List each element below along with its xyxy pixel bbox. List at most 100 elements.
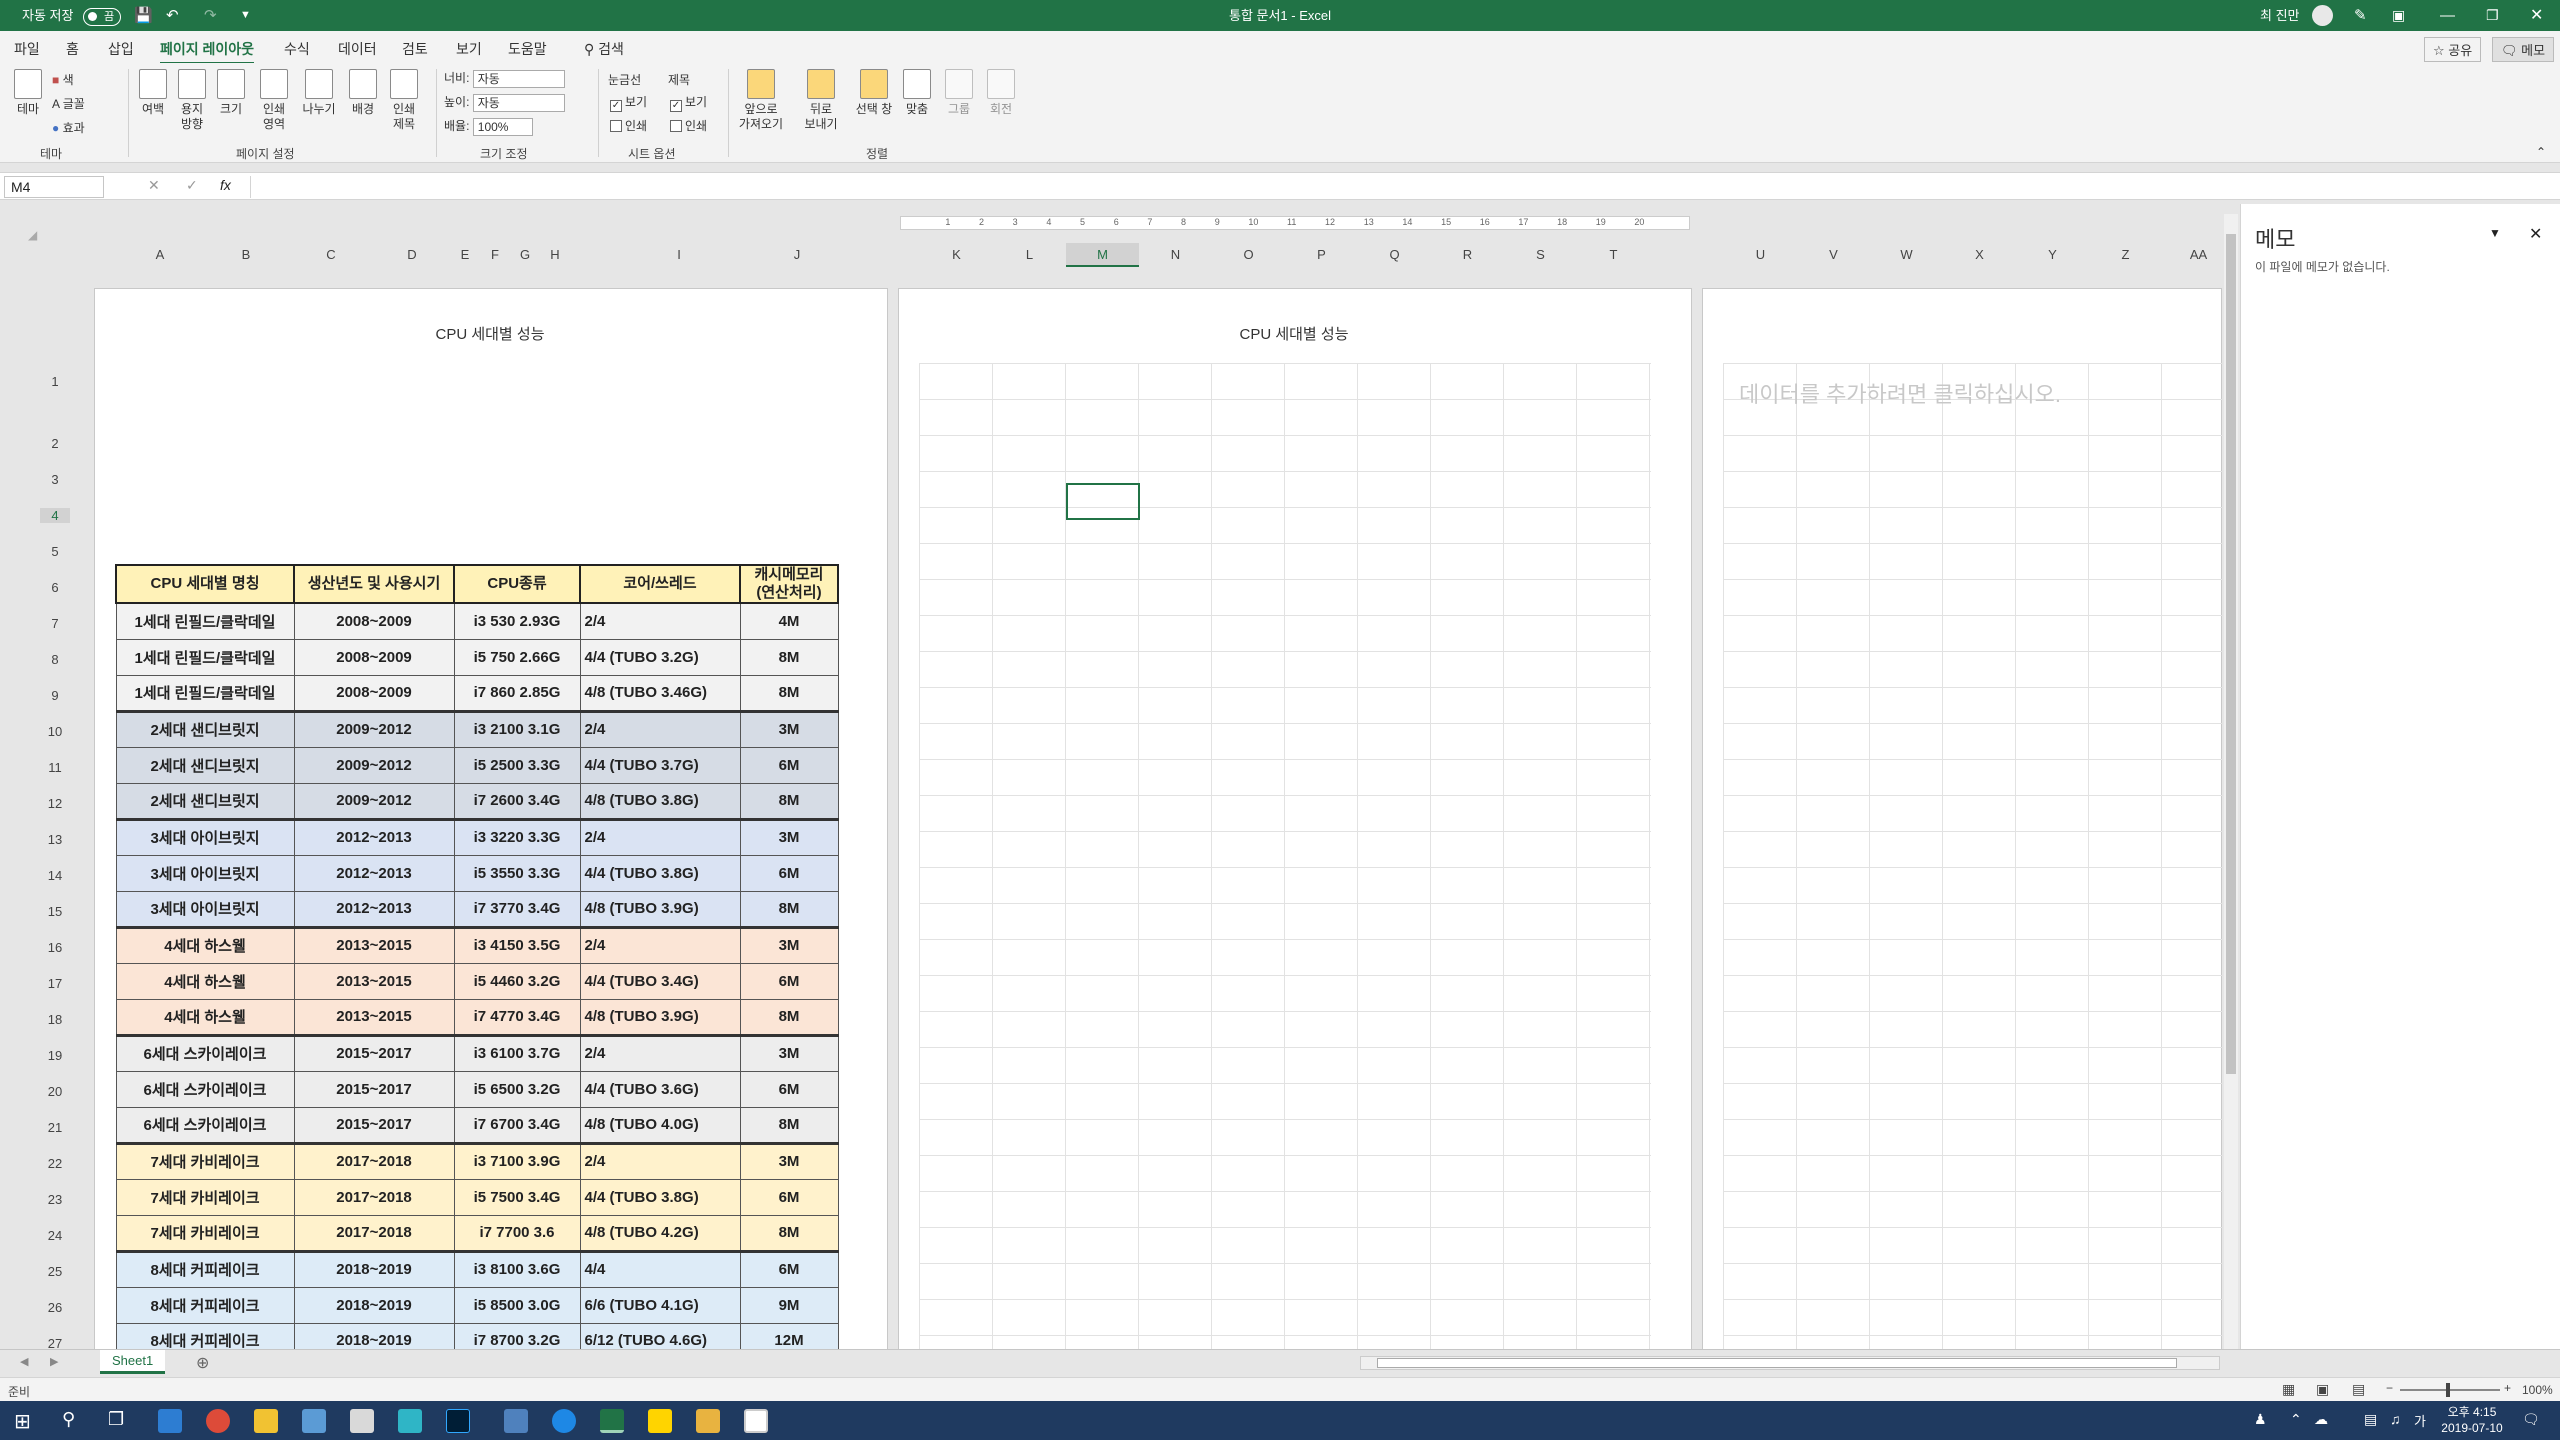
header-core-thread[interactable]: 코어/쓰레드 xyxy=(579,564,741,604)
column-header-t[interactable]: T xyxy=(1577,243,1650,267)
table-cell[interactable]: i3 6100 3.7G xyxy=(453,1034,581,1072)
table-cell[interactable]: 8M xyxy=(739,890,839,928)
table-cell[interactable]: 3세대 아이브릿지 xyxy=(115,854,295,892)
table-cell[interactable]: 4/8 (TUBO 3.9G) xyxy=(579,890,741,928)
prev-sheet-icon[interactable]: ◀ xyxy=(20,1355,28,1368)
table-cell[interactable]: 2세대 샌디브릿지 xyxy=(115,746,295,784)
row-header-23[interactable]: 23 xyxy=(40,1192,70,1207)
zoom-slider-handle[interactable] xyxy=(2446,1383,2450,1397)
send-backward-button[interactable]: 뒤로 보내기 xyxy=(796,69,846,132)
table-cell[interactable]: 4/8 (TUBO 4.2G) xyxy=(579,1214,741,1252)
margins-button[interactable]: 여백 xyxy=(136,69,170,117)
row-header-21[interactable]: 21 xyxy=(40,1120,70,1135)
table-cell[interactable]: 4/8 (TUBO 3.9G) xyxy=(579,998,741,1036)
onedrive-icon[interactable]: ☁ xyxy=(2314,1411,2328,1428)
row-header-12[interactable]: 12 xyxy=(40,796,70,811)
column-header-v[interactable]: V xyxy=(1797,243,1870,267)
table-cell[interactable]: 4/4 (TUBO 3.8G) xyxy=(579,1178,741,1216)
next-sheet-icon[interactable]: ▶ xyxy=(50,1355,58,1368)
select-all-corner[interactable]: ◢ xyxy=(28,228,37,242)
active-cell-m4[interactable] xyxy=(1066,483,1140,520)
header-cache[interactable]: 캐시메모리 (연산처리) xyxy=(739,564,839,604)
photos-icon[interactable] xyxy=(744,1409,768,1433)
user-name[interactable]: 최 진만 xyxy=(2260,0,2300,31)
scale-input[interactable]: 100% xyxy=(472,117,533,136)
column-header-p[interactable]: P xyxy=(1285,243,1358,267)
excel-icon[interactable] xyxy=(600,1409,624,1433)
column-header-x[interactable]: X xyxy=(1943,243,2016,267)
save-icon[interactable]: 💾 xyxy=(134,0,153,31)
table-cell[interactable]: 4/4 (TUBO 3.8G) xyxy=(579,854,741,892)
print-area-button[interactable]: 인쇄 영역 xyxy=(256,69,292,132)
restore-icon[interactable]: ❐ xyxy=(2486,0,2499,31)
table-cell[interactable]: 6M xyxy=(739,1070,839,1108)
fonts-button[interactable]: A 글꼴 xyxy=(52,95,85,112)
table-cell[interactable]: 4세대 하스웰 xyxy=(115,998,295,1036)
bring-forward-button[interactable]: 앞으로 가져오기 xyxy=(734,69,788,132)
clock[interactable]: 오후 4:15 2019-07-10 xyxy=(2432,1404,2512,1436)
row-header-7[interactable]: 7 xyxy=(40,616,70,631)
selection-pane-button[interactable]: 선택 창 xyxy=(852,69,896,117)
row-header-4[interactable]: 4 xyxy=(40,508,70,523)
table-cell[interactable]: 2015~2017 xyxy=(293,1034,455,1072)
table-cell[interactable]: i5 8500 3.0G xyxy=(453,1286,581,1324)
table-cell[interactable]: 1세대 린필드/클락데일 xyxy=(115,638,295,676)
height-control[interactable]: 높이: 자동 xyxy=(444,93,565,112)
column-header-o[interactable]: O xyxy=(1212,243,1285,267)
table-cell[interactable]: 2세대 샌디브릿지 xyxy=(115,782,295,820)
gridlines-view-checkbox[interactable]: ✓ 보기 xyxy=(610,93,647,112)
table-cell[interactable]: 1세대 린필드/클락데일 xyxy=(115,674,295,712)
table-cell[interactable]: i5 6500 3.2G xyxy=(453,1070,581,1108)
row-header-6[interactable]: 6 xyxy=(40,580,70,595)
table-cell[interactable]: 2/4 xyxy=(579,926,741,964)
row-header-18[interactable]: 18 xyxy=(40,1012,70,1027)
page-layout-view-icon[interactable]: ▣ xyxy=(2316,1381,2329,1398)
headings-view-checkbox[interactable]: ✓ 보기 xyxy=(670,93,707,112)
cancel-icon[interactable]: ✕ xyxy=(148,177,160,194)
print-titles-button[interactable]: 인쇄 제목 xyxy=(386,69,422,132)
table-cell[interactable]: i3 530 2.93G xyxy=(453,602,581,640)
table-cell[interactable]: 2012~2013 xyxy=(293,890,455,928)
zoom-out-icon[interactable]: − xyxy=(2386,1381,2393,1395)
table-cell[interactable]: 3M xyxy=(739,926,839,964)
column-header-q[interactable]: Q xyxy=(1358,243,1431,267)
tab-home[interactable]: 홈 xyxy=(66,39,79,59)
autosave-control[interactable]: 자동 저장 끔 xyxy=(22,0,122,31)
table-cell[interactable]: i7 4770 3.4G xyxy=(453,998,581,1036)
edge-icon[interactable] xyxy=(552,1409,576,1433)
table-cell[interactable]: 3세대 아이브릿지 xyxy=(115,818,295,856)
table-cell[interactable]: 2018~2019 xyxy=(293,1322,455,1349)
table-cell[interactable]: 2015~2017 xyxy=(293,1106,455,1144)
minimize-icon[interactable]: — xyxy=(2440,0,2455,31)
table-cell[interactable]: 6/12 (TUBO 4.6G) xyxy=(579,1322,741,1349)
column-header-z[interactable]: Z xyxy=(2089,243,2162,267)
row-header-10[interactable]: 10 xyxy=(40,724,70,739)
column-header-u[interactable]: U xyxy=(1724,243,1797,267)
table-cell[interactable]: 2018~2019 xyxy=(293,1250,455,1288)
table-cell[interactable]: 4/8 (TUBO 3.8G) xyxy=(579,782,741,820)
row-header-1[interactable]: 1 xyxy=(40,374,70,389)
table-cell[interactable]: i7 6700 3.4G xyxy=(453,1106,581,1144)
table-cell[interactable]: i3 8100 3.6G xyxy=(453,1250,581,1288)
table-cell[interactable]: 2/4 xyxy=(579,1034,741,1072)
insert-function-icon[interactable]: fx xyxy=(220,177,231,193)
table-cell[interactable]: 6M xyxy=(739,1178,839,1216)
themes-button[interactable]: 테마 xyxy=(10,69,46,117)
folder-icon[interactable] xyxy=(504,1409,528,1433)
store-icon[interactable] xyxy=(302,1409,326,1433)
table-cell[interactable]: 3M xyxy=(739,710,839,748)
table-cell[interactable]: 2/4 xyxy=(579,710,741,748)
table-cell[interactable]: 6M xyxy=(739,854,839,892)
column-header-n[interactable]: N xyxy=(1139,243,1212,267)
tab-data[interactable]: 데이터 xyxy=(338,39,377,59)
table-cell[interactable]: i5 4460 3.2G xyxy=(453,962,581,1000)
column-header-k[interactable]: K xyxy=(920,243,993,267)
tab-formulas[interactable]: 수식 xyxy=(284,39,310,59)
table-cell[interactable]: 2013~2015 xyxy=(293,998,455,1036)
table-cell[interactable]: 7세대 카비레이크 xyxy=(115,1214,295,1252)
row-header-25[interactable]: 25 xyxy=(40,1264,70,1279)
table-cell[interactable]: i3 7100 3.9G xyxy=(453,1142,581,1180)
ie-icon[interactable] xyxy=(158,1409,182,1433)
tab-review[interactable]: 검토 xyxy=(402,39,428,59)
header-year[interactable]: 생산년도 및 사용시기 xyxy=(293,564,455,604)
